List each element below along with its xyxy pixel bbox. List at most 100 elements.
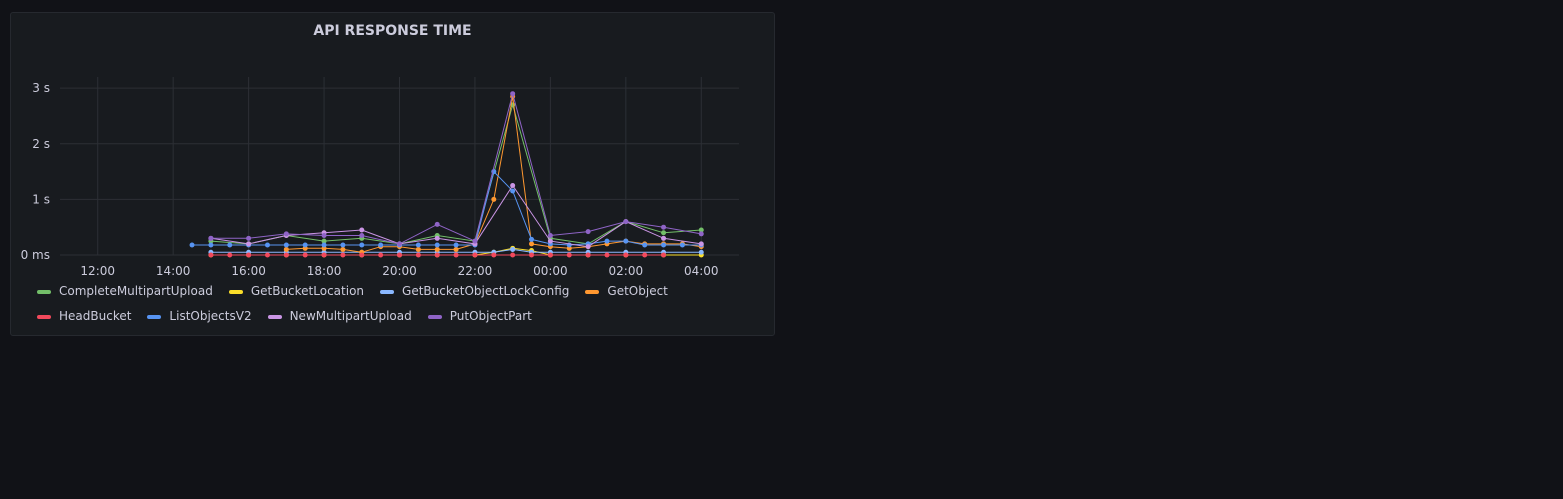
grid: [60, 77, 739, 256]
x-tick-label: 04:00: [684, 264, 719, 278]
data-point: [623, 252, 629, 258]
series-line: [192, 170, 702, 246]
data-point: [415, 252, 421, 258]
data-point: [302, 252, 308, 258]
series-headbucket: [208, 252, 667, 258]
legend-item[interactable]: GetBucketObjectLockConfig: [380, 283, 569, 300]
data-point: [698, 231, 704, 237]
legend-label: PutObjectPart: [449, 309, 532, 323]
data-point: [661, 230, 667, 236]
legend-item[interactable]: NewMultipartUpload: [267, 308, 412, 325]
data-point: [359, 233, 365, 239]
data-point: [434, 246, 440, 252]
legend-item[interactable]: GetBucketLocation: [228, 283, 365, 300]
x-tick-label: 02:00: [609, 264, 644, 278]
data-point: [246, 252, 252, 258]
data-point: [661, 252, 667, 258]
data-point: [566, 252, 572, 258]
data-point: [529, 241, 535, 247]
data-point: [283, 231, 289, 237]
data-point: [227, 242, 233, 248]
x-tick-label: 12:00: [80, 264, 115, 278]
data-point: [415, 246, 421, 252]
data-point: [661, 224, 667, 230]
legend-item[interactable]: PutObjectPart: [427, 308, 532, 325]
data-point: [453, 242, 459, 248]
data-point: [208, 235, 214, 241]
data-point: [359, 227, 365, 233]
data-point: [529, 236, 535, 242]
data-point: [264, 242, 270, 248]
y-tick-label: 0 ms: [21, 248, 50, 262]
legend-label: HeadBucket: [59, 309, 132, 323]
legend: CompleteMultipartUpload GetBucketLocation…: [37, 283, 757, 325]
data-point: [378, 242, 384, 248]
data-point: [491, 252, 497, 258]
y-tick-label: 3 s: [32, 81, 50, 95]
data-point: [510, 188, 516, 194]
api-response-time-panel: API RESPONSE TIME 0 ms 1 s2 s3 s 12:00 14:0…: [10, 12, 775, 336]
data-point: [698, 249, 704, 255]
data-point: [227, 252, 233, 258]
series-line: [210, 184, 702, 248]
legend-item[interactable]: GetObject: [585, 283, 668, 300]
data-point: [472, 238, 478, 244]
data-point: [189, 242, 195, 248]
data-point: [642, 242, 648, 248]
data-point: [510, 246, 516, 252]
legend-label: ListObjectsV2: [169, 309, 252, 323]
legend-label: GetObject: [607, 284, 668, 298]
data-point: [510, 91, 516, 97]
data-point: [585, 229, 591, 235]
legend-item[interactable]: ListObjectsV2: [147, 308, 252, 325]
data-point: [472, 252, 478, 258]
x-tick-label: 20:00: [382, 264, 417, 278]
series-newmultipartupload: [208, 182, 704, 250]
x-tick-label: 16:00: [231, 264, 266, 278]
legend-swatch: [267, 314, 282, 319]
legend-label: GetBucketLocation: [250, 284, 365, 298]
series-lines: [189, 91, 704, 258]
data-point: [623, 219, 629, 225]
data-point: [397, 252, 402, 258]
response-time-chart: 0 ms 1 s 2 s 3 s 12:00 14:00 16:00 18:00 20:00 22…: [21, 77, 739, 278]
legend-swatch: [427, 314, 442, 319]
data-point: [604, 252, 610, 258]
legend-swatch: [37, 314, 51, 319]
data-point: [510, 182, 516, 188]
axes: 0 ms 1 s 2 s 3 s 12:00 14:00 16:00 18:00 20:00 22…: [21, 81, 719, 278]
data-point: [378, 252, 384, 258]
data-point: [340, 246, 346, 252]
data-point: [359, 252, 365, 258]
data-point: [359, 242, 365, 248]
data-point: [434, 252, 440, 258]
legend-label: GetBucketObjectLockConfig: [402, 284, 570, 298]
data-point: [415, 242, 421, 248]
data-point: [491, 196, 497, 202]
data-point: [642, 252, 648, 258]
legend-swatch: [228, 289, 243, 294]
x-tick-label: 14:00: [156, 264, 191, 278]
data-point: [208, 252, 214, 258]
data-point: [208, 242, 214, 248]
y-tick-label: 1 s: [32, 192, 50, 206]
data-point: [246, 235, 252, 241]
legend-item[interactable]: HeadBucket: [37, 308, 131, 325]
series-completemultipartupload: [208, 102, 704, 247]
data-point: [547, 252, 553, 258]
data-point: [585, 244, 591, 250]
legend-swatch: [380, 289, 395, 294]
data-point: [302, 242, 308, 248]
data-point: [453, 252, 459, 258]
data-point: [661, 235, 667, 241]
legend-item[interactable]: CompleteMultipartUpload: [37, 283, 213, 300]
data-point: [529, 252, 535, 258]
data-point: [246, 241, 252, 247]
data-point: [679, 242, 685, 248]
data-point: [604, 238, 610, 244]
data-point: [434, 221, 440, 227]
data-point: [340, 242, 346, 248]
data-point: [434, 242, 440, 248]
data-point: [321, 233, 327, 239]
legend-swatch: [585, 289, 600, 294]
